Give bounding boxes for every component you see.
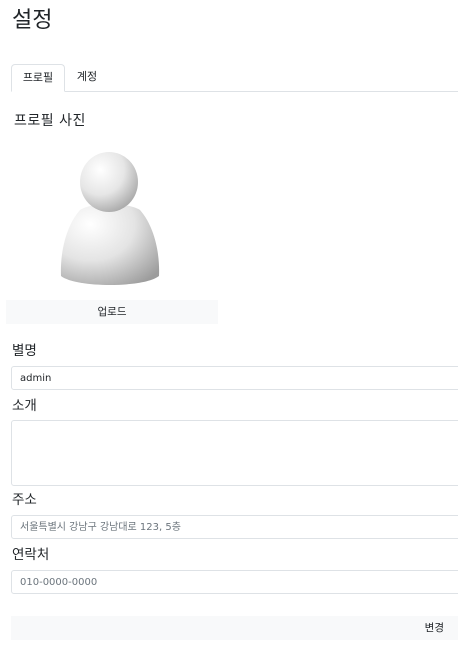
- submit-change-button[interactable]: 변경: [425, 616, 444, 640]
- nickname-label: 별명: [12, 343, 37, 359]
- intro-label: 소개: [12, 398, 37, 414]
- contact-input[interactable]: [11, 570, 458, 594]
- tab-profile[interactable]: 프로필: [11, 64, 65, 92]
- submit-bar: 변경: [11, 616, 458, 640]
- profile-photo-title: 프로필 사진: [14, 113, 86, 129]
- tab-bar: 프로필 계정: [11, 64, 458, 92]
- default-user-avatar-icon: [60, 152, 160, 285]
- contact-label: 연락처: [12, 547, 50, 563]
- settings-page: 설정 프로필 계정 프로필 사진 업로드 별명 소개 주소 연락처 변경: [0, 0, 458, 647]
- address-label: 주소: [12, 492, 37, 508]
- page-title: 설정: [12, 8, 53, 33]
- tab-account[interactable]: 계정: [65, 64, 109, 91]
- address-input[interactable]: [11, 515, 458, 539]
- nickname-input[interactable]: [11, 366, 458, 390]
- intro-textarea[interactable]: [11, 420, 458, 486]
- upload-button[interactable]: 업로드: [6, 300, 218, 324]
